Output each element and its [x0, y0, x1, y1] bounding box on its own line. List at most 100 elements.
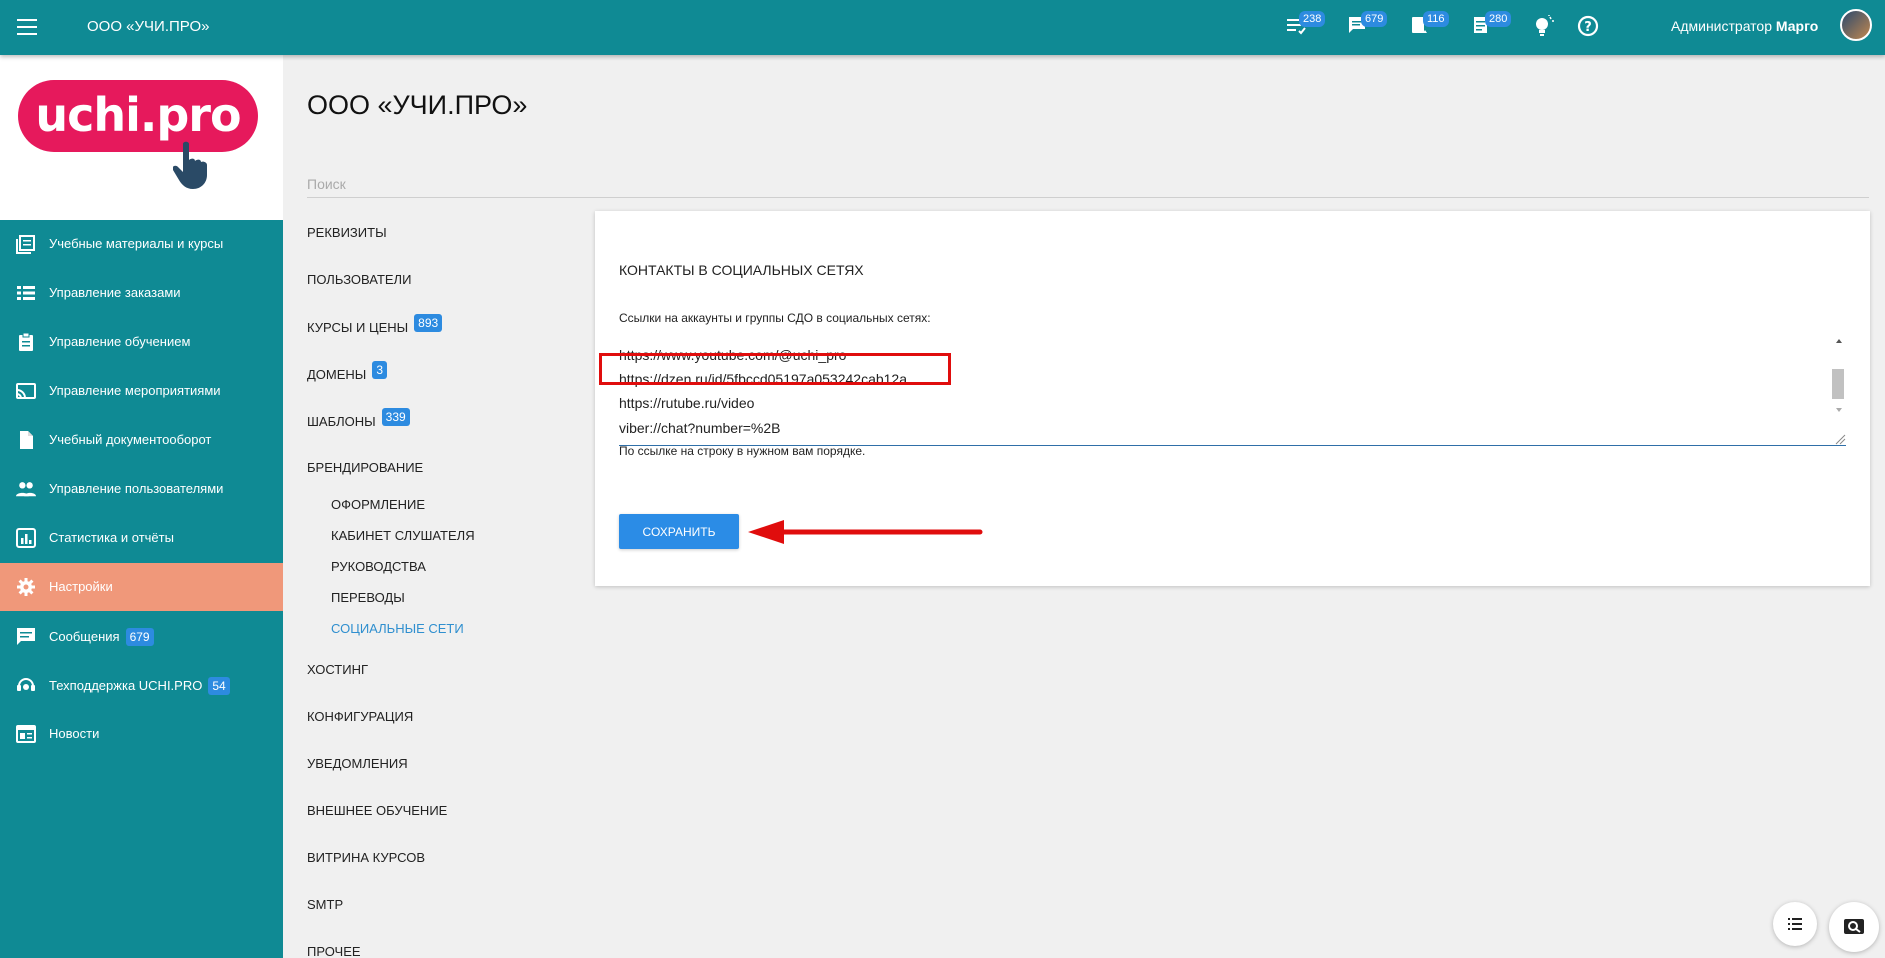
- tab-guides[interactable]: РУКОВОДСТВА: [331, 559, 426, 574]
- tab-external-learning[interactable]: ВНЕШНЕЕ ОБУЧЕНИЕ: [307, 803, 447, 818]
- templates-count-badge: 339: [381, 408, 410, 426]
- field-hint: По ссылке на строку в нужном вам порядке…: [619, 444, 866, 458]
- tab-users[interactable]: ПОЛЬЗОВАТЕЛИ: [307, 272, 411, 287]
- news-icon: [16, 725, 36, 743]
- sidebar: Учебные материалы и курсы Управление зак…: [0, 220, 283, 958]
- support-icon: [17, 678, 35, 691]
- field-label: Ссылки на аккаунты и группы СДО в социал…: [619, 311, 931, 325]
- tab-course-showcase[interactable]: ВИТРИНА КУРСОВ: [307, 850, 425, 865]
- users-icon: [16, 482, 36, 497]
- documents-badge: 280: [1485, 11, 1512, 27]
- tab-label: КУРСЫ И ЦЕНЫ: [307, 320, 409, 335]
- chat-icon: [17, 628, 35, 645]
- tab-other[interactable]: ПРОЧЕЕ: [307, 944, 361, 958]
- tab-label: ДОМЕНЫ: [307, 367, 367, 382]
- tab-courses-prices[interactable]: КУРСЫ И ЦЕНЫ 893: [307, 314, 443, 337]
- cast-icon: [16, 383, 36, 399]
- sidebar-item-label: Новости: [49, 726, 100, 741]
- sidebar-item-label: Управление обучением: [49, 334, 191, 349]
- tab-label: ШАБЛОНЫ: [307, 414, 376, 429]
- user-role: Администратор: [1671, 18, 1773, 34]
- sidebar-item-label: Статистика и отчёты: [49, 530, 174, 545]
- user-name: Марго: [1775, 18, 1819, 34]
- tasks-icon[interactable]: 238: [1285, 11, 1326, 40]
- scrollbar[interactable]: [1832, 331, 1846, 445]
- sidebar-item-label: Управление пользователями: [49, 481, 224, 496]
- gear-icon: [17, 578, 35, 596]
- courses-count-badge: 893: [414, 314, 443, 332]
- sidebar-item-messages[interactable]: Сообщения 679: [0, 612, 283, 660]
- sidebar-item-courses[interactable]: Учебные материалы и курсы: [0, 220, 283, 268]
- tasks-badge: 238: [1299, 11, 1326, 27]
- tab-social-networks[interactable]: СОЦИАЛЬНЫЕ СЕТИ: [331, 621, 464, 636]
- ideas-icon[interactable]: [1531, 14, 1557, 40]
- sidebar-item-label: Учебные материалы и курсы: [49, 236, 224, 251]
- tab-smtp[interactable]: SMTP: [307, 897, 343, 912]
- orders-icon[interactable]: 116: [1409, 11, 1449, 40]
- scroll-thumb[interactable]: [1832, 369, 1844, 399]
- tab-templates[interactable]: ШАБЛОНЫ 339: [307, 408, 410, 431]
- link-line: viber://chat?number=%2B: [619, 420, 781, 436]
- org-title: ООО «УЧИ.ПРО»: [87, 18, 210, 35]
- sidebar-item-label: Управление заказами: [49, 285, 181, 300]
- search-fab[interactable]: [1829, 902, 1879, 952]
- tab-student-cabinet[interactable]: КАБИНЕТ СЛУШАТЕЛЯ: [331, 528, 475, 543]
- arrow-annotation-icon: [748, 520, 983, 544]
- menu-icon[interactable]: [17, 19, 37, 35]
- link-line: https://rutube.ru/video: [619, 395, 755, 411]
- list-fab[interactable]: [1773, 902, 1817, 946]
- save-button[interactable]: СОХРАНИТЬ: [619, 514, 739, 549]
- tab-notifications[interactable]: УВЕДОМЛЕНИЯ: [307, 756, 408, 771]
- sidebar-item-orders[interactable]: Управление заказами: [0, 269, 283, 317]
- avatar[interactable]: [1840, 9, 1872, 41]
- logo[interactable]: uchi.pro: [18, 80, 258, 152]
- sidebar-item-text: Сообщения: [49, 629, 120, 644]
- sidebar-item-label: Управление мероприятиями: [49, 383, 221, 398]
- book-icon: [16, 235, 35, 254]
- page-title: ООО «УЧИ.ПРО»: [307, 90, 528, 120]
- sidebar-item-settings[interactable]: Настройки: [0, 563, 283, 611]
- sidebar-item-label: Сообщения 679: [49, 628, 154, 646]
- sidebar-item-label: Учебный документооборот: [49, 432, 212, 447]
- sidebar-item-documents[interactable]: Учебный документооборот: [0, 416, 283, 464]
- chart-icon: [16, 528, 36, 548]
- tab-hosting[interactable]: ХОСТИНГ: [307, 662, 368, 677]
- top-bar: ООО «УЧИ.ПРО» 238 679 116 280 ? Админист…: [0, 0, 1885, 55]
- support-count-badge: 54: [208, 677, 230, 695]
- user-label[interactable]: Администратор Марго: [1671, 18, 1818, 34]
- orders-badge: 116: [1423, 11, 1449, 27]
- messages-count-badge: 679: [125, 628, 154, 646]
- list-icon: [1788, 918, 1802, 930]
- documents-icon[interactable]: 280: [1471, 11, 1512, 40]
- hand-pointer-icon: [173, 141, 207, 189]
- highlight-box: [599, 353, 951, 385]
- search-input[interactable]: [307, 170, 1869, 198]
- logo-area: uchi.pro: [0, 55, 283, 220]
- domains-count-badge: 3: [372, 361, 387, 379]
- svg-text:?: ?: [1584, 20, 1592, 35]
- social-links-textarea[interactable]: https://www.youtube.com/@uchi_pro https:…: [619, 331, 1846, 446]
- tab-translations[interactable]: ПЕРЕВОДЫ: [331, 590, 405, 605]
- search-icon: [1844, 919, 1864, 934]
- sidebar-item-label: Настройки: [49, 579, 113, 594]
- tab-design[interactable]: ОФОРМЛЕНИЕ: [331, 497, 425, 512]
- help-icon[interactable]: ?: [1576, 14, 1602, 40]
- list-icon: [17, 286, 35, 300]
- tab-configuration[interactable]: КОНФИГУРАЦИЯ: [307, 709, 413, 724]
- clipboard-icon: [19, 332, 33, 351]
- sidebar-item-label: Техподдержка UCHI.PRO 54: [49, 677, 230, 695]
- messages-badge: 679: [1361, 11, 1388, 27]
- sidebar-item-stats[interactable]: Статистика и отчёты: [0, 514, 283, 562]
- tab-domains[interactable]: ДОМЕНЫ 3: [307, 361, 387, 384]
- card-title: КОНТАКТЫ В СОЦИАЛЬНЫХ СЕТЯХ: [619, 262, 864, 278]
- messages-icon[interactable]: 679: [1347, 11, 1388, 40]
- sidebar-item-support[interactable]: Техподдержка UCHI.PRO 54: [0, 661, 283, 709]
- sidebar-item-learning[interactable]: Управление обучением: [0, 318, 283, 366]
- sidebar-item-events[interactable]: Управление мероприятиями: [0, 367, 283, 415]
- sidebar-item-users[interactable]: Управление пользователями: [0, 465, 283, 513]
- sidebar-item-text: Техподдержка UCHI.PRO: [49, 678, 203, 693]
- sidebar-item-news[interactable]: Новости: [0, 710, 283, 758]
- tab-branding[interactable]: БРЕНДИРОВАНИЕ: [307, 460, 423, 475]
- tab-requisites[interactable]: РЕКВИЗИТЫ: [307, 225, 387, 240]
- document-icon: [20, 431, 33, 449]
